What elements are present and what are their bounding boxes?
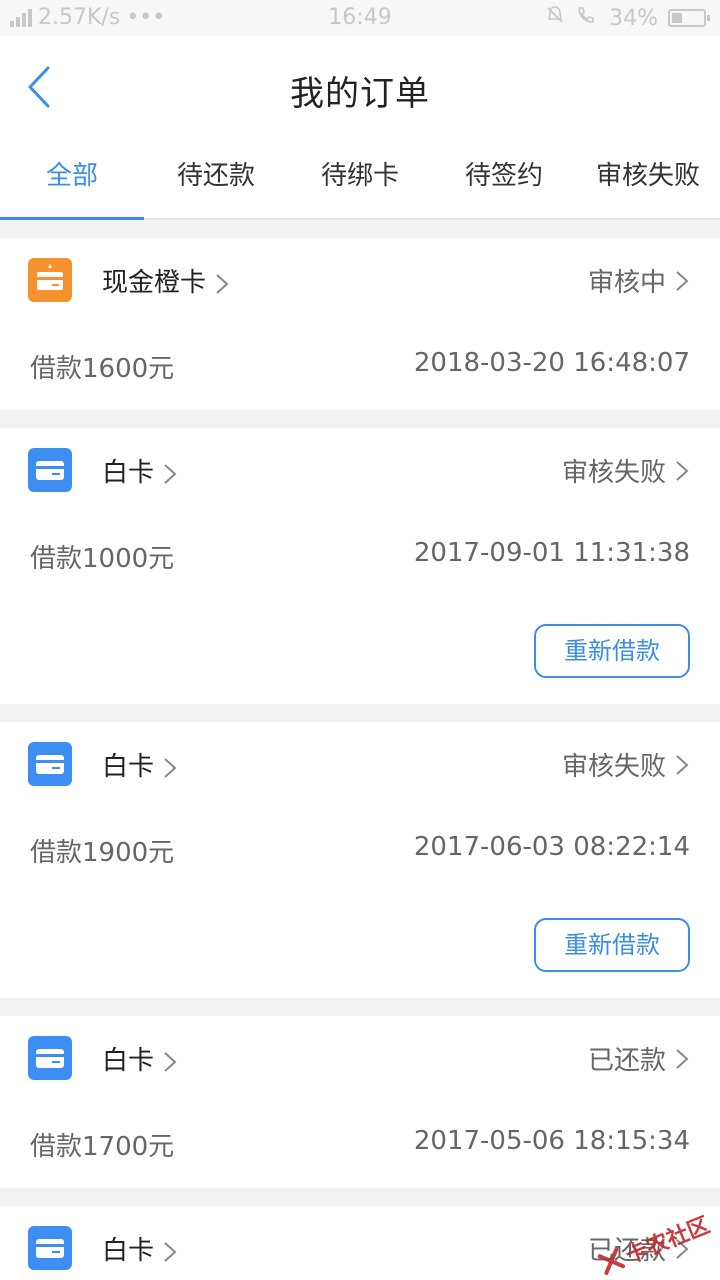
product-name: 白卡 [102, 746, 178, 783]
tab-pending-bind-card[interactable]: 待绑卡 [288, 138, 432, 218]
loan-amount: 借款1000元 [30, 544, 175, 574]
chevron-right-icon [216, 273, 229, 294]
loan-amount: 借款1900元 [30, 838, 175, 868]
order-card-header[interactable]: 现金橙卡 审核中 [0, 238, 720, 322]
order-card: 白卡 已还款 借款1700元 2017-05-06 18:15:34 [0, 1016, 720, 1188]
header: 我的订单 [0, 36, 720, 138]
tab-pending-repayment[interactable]: 待还款 [144, 138, 288, 218]
product-name: 白卡 [102, 452, 178, 489]
order-card: 白卡 审核失败 借款1900元 2017-06-03 08:22:14 重新借款 [0, 722, 720, 998]
chevron-right-icon [164, 463, 177, 484]
chevron-right-icon [164, 1241, 177, 1262]
order-time: 2018-03-20 16:48:07 [413, 348, 690, 378]
loan-amount: 借款1600元 [30, 354, 175, 384]
product-name-text: 白卡 [102, 1236, 155, 1266]
page-title: 我的订单 [290, 74, 430, 114]
order-status: 审核中 [588, 262, 690, 299]
blue-card-icon [28, 448, 72, 492]
blue-card-icon [28, 742, 72, 786]
product-name: 现金橙卡 [102, 262, 230, 299]
order-status-text: 审核中 [587, 268, 666, 298]
status-right: 34% [545, 5, 710, 31]
tab-bar: 全部 待还款 待绑卡 待签约 审核失败 [0, 138, 720, 220]
battery-percent: 34% [609, 5, 658, 31]
product-name-text: 白卡 [102, 752, 155, 782]
chevron-right-icon [164, 757, 177, 778]
product-name-text: 现金橙卡 [102, 268, 207, 298]
order-card-header[interactable]: 白卡 审核失败 [0, 722, 720, 806]
blue-card-icon [28, 1226, 72, 1270]
order-status-text: 审核失败 [561, 752, 666, 782]
order-status: 审核失败 [562, 452, 690, 489]
order-status: 已还款 [588, 1040, 690, 1077]
order-card: 现金橙卡 审核中 借款1600元 2018-03-20 16:48:07 [0, 238, 720, 410]
chevron-right-icon [164, 1051, 177, 1072]
status-bar: 2.57K/s ••• 16:49 34% [0, 0, 720, 36]
tab-pending-sign[interactable]: 待签约 [432, 138, 576, 218]
order-time: 2017-06-03 08:22:14 [413, 832, 690, 862]
chevron-right-icon [676, 270, 689, 291]
mute-icon [545, 5, 565, 31]
order-time: 2017-09-01 11:31:38 [413, 538, 690, 568]
order-card-header[interactable]: 白卡 审核失败 [0, 428, 720, 512]
order-card: 白卡 审核失败 借款1000元 2017-09-01 11:31:38 重新借款 [0, 428, 720, 704]
order-card-header[interactable]: 白卡 已还款 [0, 1016, 720, 1100]
tab-review-failed[interactable]: 审核失败 [576, 138, 720, 218]
orange-card-icon [28, 258, 72, 302]
blue-card-icon [28, 1036, 72, 1080]
tab-all[interactable]: 全部 [0, 138, 144, 220]
order-status-text: 审核失败 [561, 458, 666, 488]
hd-call-icon [575, 5, 599, 31]
chevron-right-icon [676, 460, 689, 481]
loan-amount: 借款1700元 [30, 1132, 175, 1162]
order-status-text: 已还款 [587, 1046, 666, 1076]
reborrow-button[interactable]: 重新借款 [534, 624, 690, 678]
reborrow-button[interactable]: 重新借款 [534, 918, 690, 972]
chevron-right-icon [676, 754, 689, 775]
order-time: 2017-05-06 18:15:34 [413, 1126, 690, 1156]
product-name: 白卡 [102, 1040, 178, 1077]
product-name: 白卡 [102, 1230, 178, 1267]
chevron-right-icon [676, 1048, 689, 1069]
product-name-text: 白卡 [102, 458, 155, 488]
battery-icon [668, 9, 710, 27]
product-name-text: 白卡 [102, 1046, 155, 1076]
order-status: 审核失败 [562, 746, 690, 783]
